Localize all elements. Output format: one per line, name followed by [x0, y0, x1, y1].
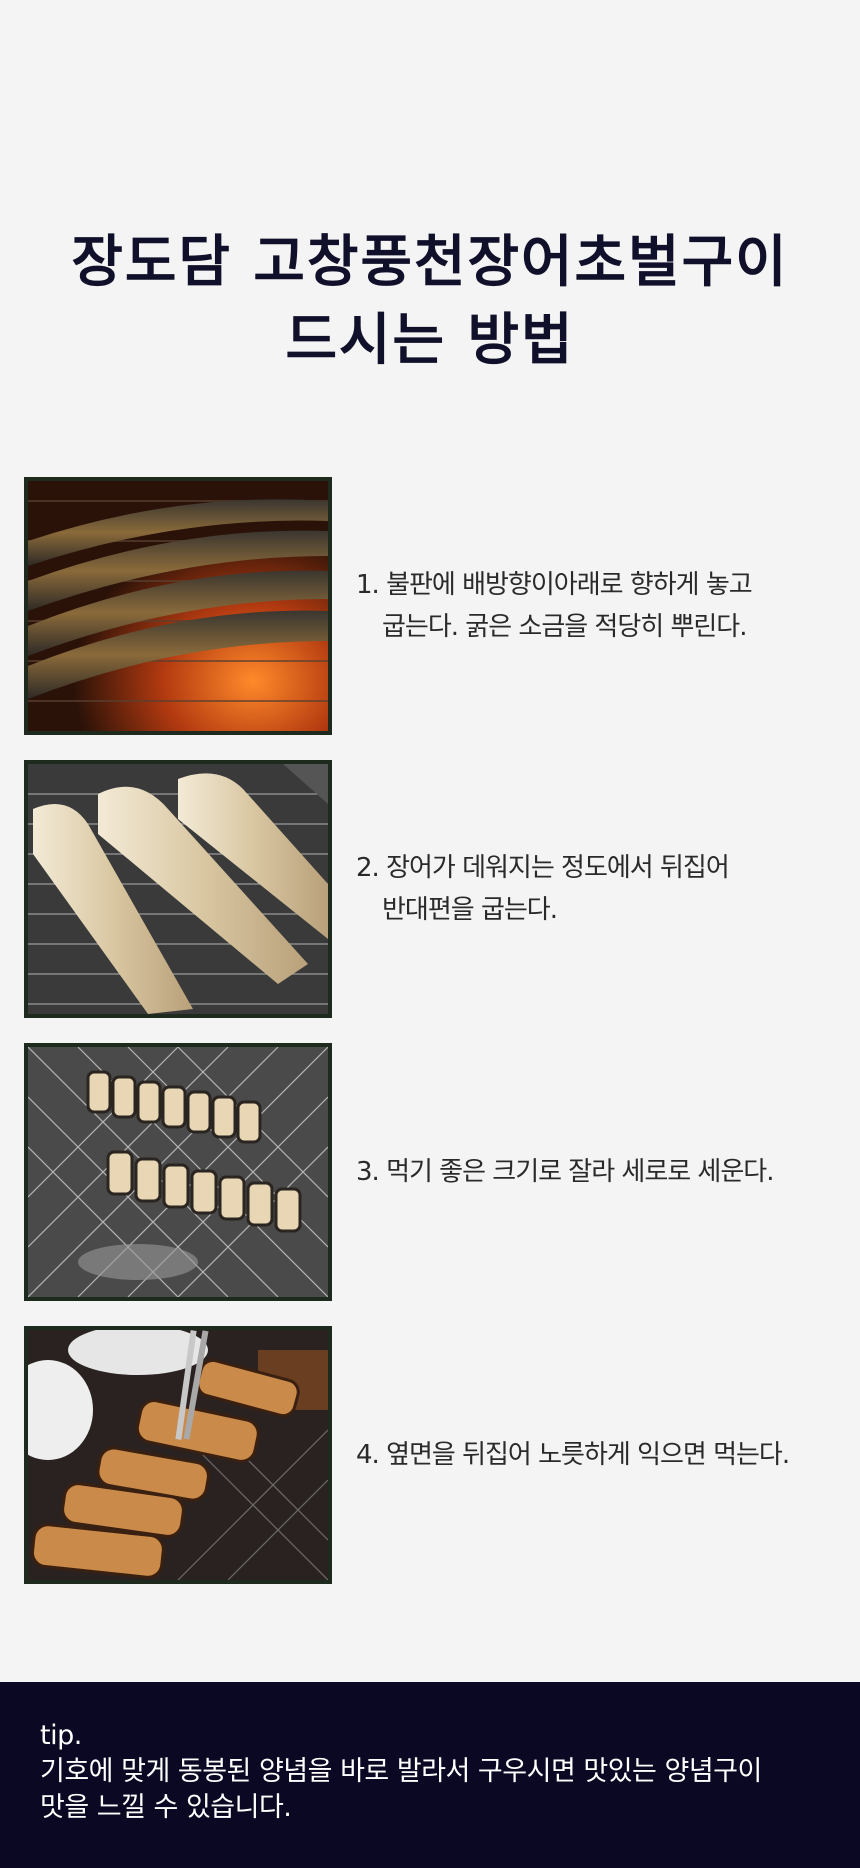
page-title-line1: 장도담 고창풍천장어초벌구이	[71, 229, 789, 295]
step-2-photo	[24, 760, 332, 1018]
tip-line2: 맛을 느낄 수 있습니다.	[40, 1792, 292, 1823]
page-title-line2: 드시는 방법	[285, 307, 575, 373]
grilled-eel-photo	[28, 481, 328, 731]
step-2-text: 2. 장어가 데워지는 정도에서 뒤집어 반대편을 굽는다.	[356, 760, 856, 1018]
step-1: 1. 불판에 배방향이아래로 향하게 놓고 굽는다. 굵은 소금을 적당히 뿌린…	[24, 477, 836, 735]
step-3: 3. 먹기 좋은 크기로 잘라 세로로 세운다.	[24, 1043, 836, 1301]
step-1-line1: 1. 불판에 배방향이아래로 향하게 놓고	[356, 570, 753, 600]
step-2: 2. 장어가 데워지는 정도에서 뒤집어 반대편을 굽는다.	[24, 760, 836, 1018]
step-4-photo	[24, 1326, 332, 1584]
step-4-line1: 4. 옆면을 뒤집어 노릇하게 익으면 먹는다.	[356, 1440, 790, 1470]
step-3-line1: 3. 먹기 좋은 크기로 잘라 세로로 세운다.	[356, 1157, 774, 1187]
tip-label: tip.	[40, 1720, 82, 1751]
tip-banner: tip. 기호에 맞게 동봉된 양념을 바로 발라서 구우시면 맛있는 양념구이…	[0, 1682, 860, 1868]
tongs-eel-photo	[28, 1330, 328, 1580]
page-title: 장도담 고창풍천장어초벌구이 드시는 방법	[0, 224, 860, 380]
step-3-photo	[24, 1043, 332, 1301]
step-4: 4. 옆면을 뒤집어 노릇하게 익으면 먹는다.	[24, 1326, 836, 1584]
cut-eel-pieces-photo	[28, 1047, 328, 1297]
step-4-text: 4. 옆면을 뒤집어 노릇하게 익으면 먹는다.	[356, 1326, 856, 1584]
step-1-line2: 굽는다. 굵은 소금을 적당히 뿌린다.	[382, 612, 747, 642]
step-1-text: 1. 불판에 배방향이아래로 향하게 놓고 굽는다. 굵은 소금을 적당히 뿌린…	[356, 477, 856, 735]
flipped-eel-photo	[28, 764, 328, 1014]
step-1-photo	[24, 477, 332, 735]
step-2-line2: 반대편을 굽는다.	[382, 895, 558, 925]
tip-line1: 기호에 맞게 동봉된 양념을 바로 발라서 구우시면 맛있는 양념구이	[40, 1756, 762, 1787]
step-3-text: 3. 먹기 좋은 크기로 잘라 세로로 세운다.	[356, 1043, 856, 1301]
step-2-line1: 2. 장어가 데워지는 정도에서 뒤집어	[356, 853, 730, 883]
